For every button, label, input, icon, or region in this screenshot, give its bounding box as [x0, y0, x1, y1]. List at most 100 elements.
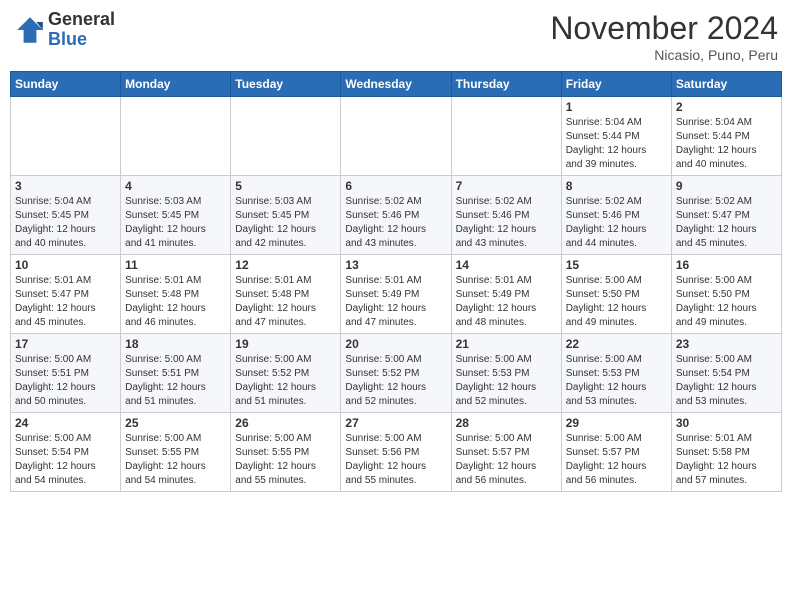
month-title: November 2024 [550, 10, 778, 47]
day-info: Sunrise: 5:04 AM Sunset: 5:44 PM Dayligh… [566, 116, 667, 172]
day-number: 24 [15, 416, 116, 430]
day-info: Sunrise: 5:04 AM Sunset: 5:45 PM Dayligh… [15, 195, 116, 251]
day-cell: 25Sunrise: 5:00 AM Sunset: 5:55 PM Dayli… [121, 413, 231, 492]
day-cell [11, 97, 121, 176]
day-cell: 21 Sunrise: 5:00 AM Sunset: 5:53 PM Dayli… [451, 334, 561, 413]
week-row-1: 1 Sunrise: 5:04 AM Sunset: 5:44 PM Daylig… [11, 97, 782, 176]
day-number: 8 [566, 179, 667, 193]
week-row-4: 17 Sunrise: 5:00 AM Sunset: 5:51 PM Dayli… [11, 334, 782, 413]
weekday-header-wednesday: Wednesday [341, 72, 451, 97]
location-subtitle: Nicasio, Puno, Peru [550, 47, 778, 63]
logo-icon [14, 14, 46, 46]
day-info: Sunrise: 5:03 AM Sunset: 5:45 PM Dayligh… [125, 195, 226, 251]
day-info: Sunrise: 5:00 AM Sunset: 5:54 PM Dayligh… [15, 432, 116, 488]
day-number: 28 [456, 416, 557, 430]
day-info: Sunrise: 5:02 AM Sunset: 5:46 PM Dayligh… [345, 195, 446, 251]
day-number: 23 [676, 337, 777, 351]
day-number: 1 [566, 100, 667, 114]
day-info: Sunrise: 5:01 AM Sunset: 5:48 PM Dayligh… [125, 274, 226, 330]
day-info: Sunrise: 5:00 AM Sunset: 5:55 PM Dayligh… [235, 432, 336, 488]
day-cell: 7Sunrise: 5:02 AM Sunset: 5:46 PM Daylig… [451, 176, 561, 255]
weekday-header-sunday: Sunday [11, 72, 121, 97]
day-cell: 10 Sunrise: 5:01 AM Sunset: 5:47 PM Dayli… [11, 255, 121, 334]
day-cell [121, 97, 231, 176]
day-number: 17 [15, 337, 116, 351]
day-cell: 1 Sunrise: 5:04 AM Sunset: 5:44 PM Daylig… [561, 97, 671, 176]
day-cell: 26 Sunrise: 5:00 AM Sunset: 5:55 PM Dayli… [231, 413, 341, 492]
day-number: 27 [345, 416, 446, 430]
day-cell: 3 Sunrise: 5:04 AM Sunset: 5:45 PM Daylig… [11, 176, 121, 255]
day-cell: 2Sunrise: 5:04 AM Sunset: 5:44 PM Daylig… [671, 97, 781, 176]
day-number: 3 [15, 179, 116, 193]
day-cell: 15Sunrise: 5:00 AM Sunset: 5:50 PM Dayli… [561, 255, 671, 334]
day-number: 2 [676, 100, 777, 114]
day-cell: 19Sunrise: 5:00 AM Sunset: 5:52 PM Dayli… [231, 334, 341, 413]
day-info: Sunrise: 5:01 AM Sunset: 5:47 PM Dayligh… [15, 274, 116, 330]
weekday-header-thursday: Thursday [451, 72, 561, 97]
logo-blue: Blue [48, 29, 87, 49]
weekday-header-row: SundayMondayTuesdayWednesdayThursdayFrid… [11, 72, 782, 97]
day-info: Sunrise: 5:03 AM Sunset: 5:45 PM Dayligh… [235, 195, 336, 251]
day-cell [341, 97, 451, 176]
day-info: Sunrise: 5:00 AM Sunset: 5:53 PM Dayligh… [456, 353, 557, 409]
day-info: Sunrise: 5:00 AM Sunset: 5:50 PM Dayligh… [676, 274, 777, 330]
day-number: 14 [456, 258, 557, 272]
day-cell: 11 Sunrise: 5:01 AM Sunset: 5:48 PM Dayli… [121, 255, 231, 334]
day-info: Sunrise: 5:00 AM Sunset: 5:56 PM Dayligh… [345, 432, 446, 488]
day-number: 13 [345, 258, 446, 272]
weekday-header-saturday: Saturday [671, 72, 781, 97]
day-info: Sunrise: 5:02 AM Sunset: 5:47 PM Dayligh… [676, 195, 777, 251]
day-cell: 29Sunrise: 5:00 AM Sunset: 5:57 PM Dayli… [561, 413, 671, 492]
day-info: Sunrise: 5:00 AM Sunset: 5:53 PM Dayligh… [566, 353, 667, 409]
day-cell: 18 Sunrise: 5:00 AM Sunset: 5:51 PM Dayli… [121, 334, 231, 413]
day-number: 30 [676, 416, 777, 430]
day-number: 10 [15, 258, 116, 272]
day-cell [231, 97, 341, 176]
day-info: Sunrise: 5:00 AM Sunset: 5:54 PM Dayligh… [676, 353, 777, 409]
day-info: Sunrise: 5:00 AM Sunset: 5:55 PM Dayligh… [125, 432, 226, 488]
day-info: Sunrise: 5:02 AM Sunset: 5:46 PM Dayligh… [566, 195, 667, 251]
logo-general: General [48, 9, 115, 29]
day-number: 26 [235, 416, 336, 430]
weekday-header-tuesday: Tuesday [231, 72, 341, 97]
day-number: 11 [125, 258, 226, 272]
logo-text: General Blue [48, 10, 115, 50]
day-number: 12 [235, 258, 336, 272]
day-info: Sunrise: 5:00 AM Sunset: 5:51 PM Dayligh… [125, 353, 226, 409]
day-info: Sunrise: 5:01 AM Sunset: 5:48 PM Dayligh… [235, 274, 336, 330]
day-info: Sunrise: 5:01 AM Sunset: 5:49 PM Dayligh… [345, 274, 446, 330]
day-cell: 22 Sunrise: 5:00 AM Sunset: 5:53 PM Dayli… [561, 334, 671, 413]
day-info: Sunrise: 5:00 AM Sunset: 5:52 PM Dayligh… [235, 353, 336, 409]
day-info: Sunrise: 5:00 AM Sunset: 5:52 PM Dayligh… [345, 353, 446, 409]
day-cell: 27 Sunrise: 5:00 AM Sunset: 5:56 PM Dayli… [341, 413, 451, 492]
logo: General Blue [14, 10, 115, 50]
day-info: Sunrise: 5:00 AM Sunset: 5:57 PM Dayligh… [456, 432, 557, 488]
day-cell: 30 Sunrise: 5:01 AM Sunset: 5:58 PM Dayli… [671, 413, 781, 492]
day-number: 18 [125, 337, 226, 351]
day-info: Sunrise: 5:00 AM Sunset: 5:51 PM Dayligh… [15, 353, 116, 409]
calendar-table: SundayMondayTuesdayWednesdayThursdayFrid… [10, 71, 782, 492]
day-cell: 28 Sunrise: 5:00 AM Sunset: 5:57 PM Dayli… [451, 413, 561, 492]
day-cell: 20Sunrise: 5:00 AM Sunset: 5:52 PM Dayli… [341, 334, 451, 413]
day-number: 15 [566, 258, 667, 272]
day-number: 5 [235, 179, 336, 193]
weekday-header-friday: Friday [561, 72, 671, 97]
day-cell: 14 Sunrise: 5:01 AM Sunset: 5:49 PM Dayli… [451, 255, 561, 334]
day-cell: 24 Sunrise: 5:00 AM Sunset: 5:54 PM Dayli… [11, 413, 121, 492]
day-number: 16 [676, 258, 777, 272]
day-cell [451, 97, 561, 176]
day-cell: 17 Sunrise: 5:00 AM Sunset: 5:51 PM Dayli… [11, 334, 121, 413]
day-number: 6 [345, 179, 446, 193]
day-number: 22 [566, 337, 667, 351]
weekday-header-monday: Monday [121, 72, 231, 97]
day-number: 4 [125, 179, 226, 193]
week-row-3: 10 Sunrise: 5:01 AM Sunset: 5:47 PM Dayli… [11, 255, 782, 334]
day-number: 21 [456, 337, 557, 351]
day-info: Sunrise: 5:01 AM Sunset: 5:49 PM Dayligh… [456, 274, 557, 330]
day-cell: 8 Sunrise: 5:02 AM Sunset: 5:46 PM Daylig… [561, 176, 671, 255]
title-block: November 2024 Nicasio, Puno, Peru [550, 10, 778, 63]
week-row-2: 3 Sunrise: 5:04 AM Sunset: 5:45 PM Daylig… [11, 176, 782, 255]
day-cell: 9Sunrise: 5:02 AM Sunset: 5:47 PM Daylig… [671, 176, 781, 255]
day-cell: 12 Sunrise: 5:01 AM Sunset: 5:48 PM Dayli… [231, 255, 341, 334]
day-info: Sunrise: 5:01 AM Sunset: 5:58 PM Dayligh… [676, 432, 777, 488]
